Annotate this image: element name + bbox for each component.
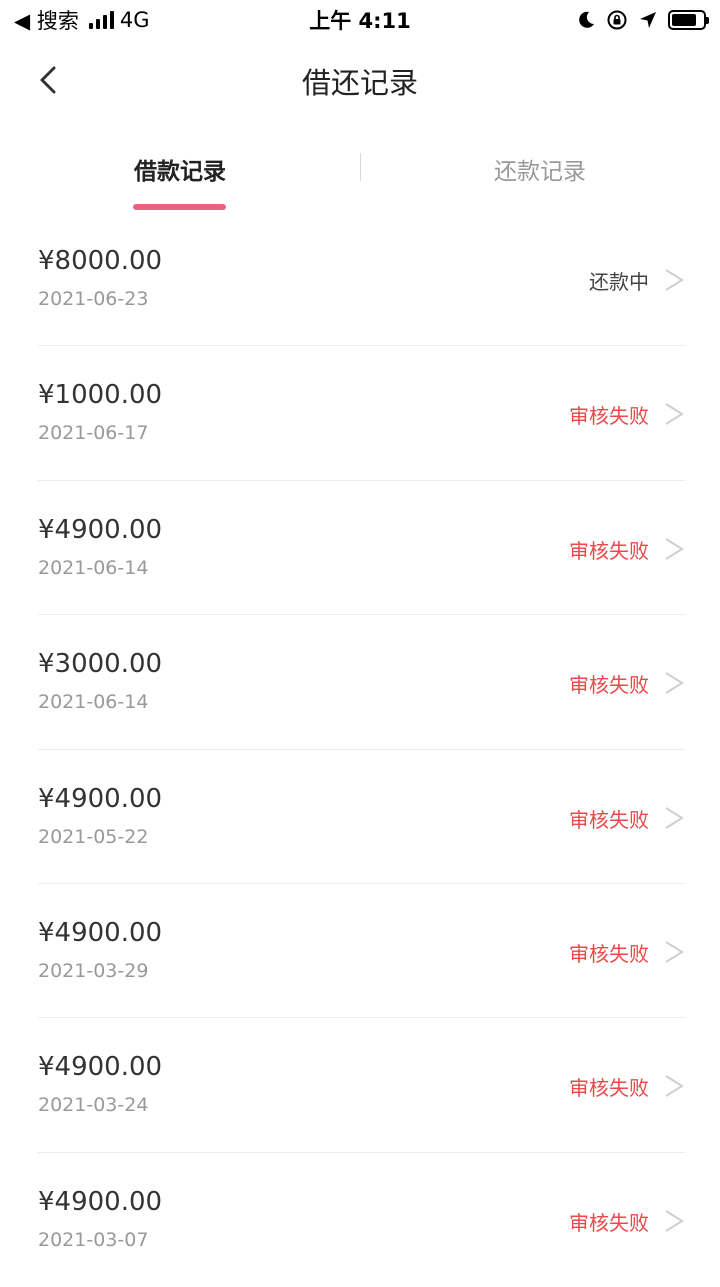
record-row[interactable]: ¥3000.00 2021-06-14 审核失败 bbox=[38, 615, 685, 750]
signal-icon bbox=[88, 11, 114, 29]
chevron-right-icon bbox=[665, 537, 684, 560]
record-row[interactable]: ¥8000.00 2021-06-23 还款中 bbox=[38, 212, 685, 347]
chevron-right-icon bbox=[665, 1075, 684, 1098]
active-tab-indicator bbox=[133, 204, 226, 210]
back-button[interactable] bbox=[30, 62, 66, 98]
battery-icon bbox=[668, 10, 709, 30]
record-status: 审核失败 bbox=[569, 673, 649, 698]
record-amount: ¥4900.00 bbox=[38, 514, 163, 545]
chevron-right-icon bbox=[665, 269, 684, 291]
record-date: 2021-03-29 bbox=[38, 959, 149, 982]
record-date: 2021-06-17 bbox=[38, 422, 149, 445]
record-date: 2021-03-07 bbox=[38, 1228, 149, 1251]
record-date: 2021-06-14 bbox=[38, 556, 149, 579]
back-to-app-label[interactable]: ◀ 搜索 bbox=[14, 5, 79, 35]
record-status: 审核失败 bbox=[569, 404, 649, 429]
record-amount: ¥4900.00 bbox=[38, 917, 163, 948]
record-row[interactable]: ¥4900.00 2021-05-22 审核失败 bbox=[38, 750, 685, 884]
record-date: 2021-06-23 bbox=[38, 288, 149, 310]
record-amount: ¥4900.00 bbox=[38, 1052, 163, 1083]
chevron-right-icon bbox=[665, 941, 684, 963]
record-status: 审核失败 bbox=[569, 1076, 649, 1101]
record-amount: ¥3000.00 bbox=[38, 649, 163, 680]
chevron-right-icon bbox=[665, 806, 684, 829]
status-bar-left: ◀ 搜索 4G bbox=[14, 5, 149, 35]
record-date: 2021-06-14 bbox=[38, 691, 149, 714]
record-list: ¥8000.00 2021-06-23 还款中 ¥1000.00 2021-06… bbox=[38, 212, 685, 1287]
record-date: 2021-03-24 bbox=[38, 1094, 149, 1117]
record-amount: ¥1000.00 bbox=[38, 380, 163, 411]
record-amount: ¥4900.00 bbox=[38, 1186, 163, 1217]
record-amount: ¥4900.00 bbox=[38, 783, 163, 814]
chevron-right-icon bbox=[665, 1209, 684, 1232]
page-title: 借还记录 bbox=[301, 66, 418, 100]
tab-divider bbox=[360, 153, 361, 181]
record-amount: ¥8000.00 bbox=[38, 246, 163, 276]
record-row[interactable]: ¥1000.00 2021-06-17 审核失败 bbox=[38, 346, 685, 481]
record-row[interactable]: ¥4900.00 2021-03-29 审核失败 bbox=[38, 884, 685, 1019]
battery-level bbox=[672, 14, 696, 26]
record-date: 2021-05-22 bbox=[38, 825, 149, 848]
moon-icon bbox=[579, 11, 594, 28]
record-status: 审核失败 bbox=[569, 941, 649, 966]
nav-bar: 借还记录 bbox=[0, 40, 720, 122]
chevron-right-icon bbox=[665, 403, 684, 426]
location-arrow-icon bbox=[640, 12, 656, 28]
record-status: 审核失败 bbox=[569, 1210, 649, 1235]
record-row[interactable]: ¥4900.00 2021-03-24 审核失败 bbox=[38, 1018, 685, 1153]
record-row[interactable]: ¥4900.00 2021-06-14 审核失败 bbox=[38, 481, 685, 616]
record-status: 还款中 bbox=[589, 270, 649, 294]
chevron-right-icon bbox=[665, 672, 684, 695]
chevron-left-icon bbox=[40, 66, 56, 94]
status-bar: ◀ 搜索 4G 上午 4:11 bbox=[0, 0, 720, 40]
record-status: 审核失败 bbox=[569, 807, 649, 832]
tab-repay-records[interactable]: 还款记录 bbox=[360, 140, 720, 220]
status-bar-right bbox=[576, 9, 709, 31]
record-status: 审核失败 bbox=[569, 538, 649, 563]
tab-bar: 借款记录 还款记录 bbox=[0, 140, 720, 220]
orientation-lock-icon bbox=[607, 10, 627, 30]
network-label: 4G bbox=[119, 8, 150, 32]
record-row[interactable]: ¥4900.00 2021-03-07 审核失败 bbox=[38, 1153, 685, 1287]
